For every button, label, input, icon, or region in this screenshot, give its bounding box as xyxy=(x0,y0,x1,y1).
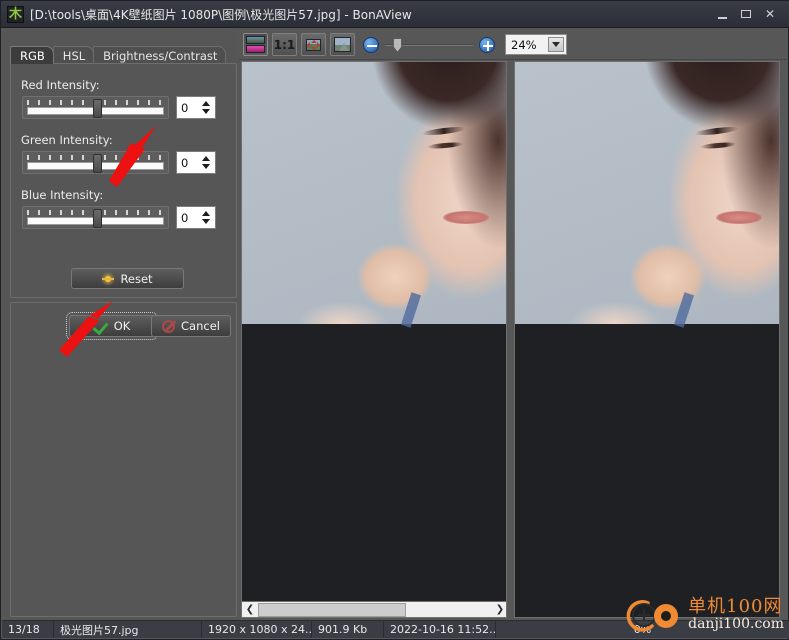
zoom-in-icon[interactable] xyxy=(479,36,495,53)
tab-hsl-label: HSL xyxy=(62,48,86,63)
green-intensity-row: 0 xyxy=(22,151,216,174)
fit-to-window-icon xyxy=(304,37,323,53)
zoom-slider[interactable] xyxy=(385,36,473,54)
compare-images-icon xyxy=(246,36,265,53)
application-window: 木 [D:\tools\桌面\4K壁纸图片 1080P\图例\极光图片57.jp… xyxy=(0,0,789,640)
cancel-button[interactable]: Cancel xyxy=(151,315,231,337)
spin-arrows[interactable] xyxy=(200,99,212,116)
reset-button[interactable]: Reset xyxy=(71,268,184,289)
dialog-action-panel: OK Cancel xyxy=(10,302,237,617)
zoom-slider-thumb[interactable] xyxy=(393,37,402,52)
zoom-level-value: 24% xyxy=(511,37,537,52)
zoom-out-icon[interactable] xyxy=(363,36,379,53)
tab-brightness-contrast-label: Brightness/Contrast xyxy=(103,48,218,63)
adjusted-preview-pane[interactable] xyxy=(514,61,780,618)
horizontal-scrollbar[interactable]: ❮ ❯ xyxy=(242,601,506,618)
original-image-button[interactable] xyxy=(330,33,355,56)
status-progress: 0% xyxy=(633,623,652,636)
ok-button-label: OK xyxy=(113,319,131,333)
red-intensity-slider[interactable] xyxy=(22,96,169,119)
status-dimensions: 1920 x 1080 x 24... xyxy=(202,621,312,638)
actual-size-button[interactable]: 1:1 xyxy=(272,33,297,56)
spin-arrows[interactable] xyxy=(200,209,212,226)
red-intensity-value: 0 xyxy=(181,100,189,115)
check-icon xyxy=(94,320,108,332)
status-image-index: 13/18 xyxy=(2,621,54,638)
fit-to-window-button[interactable] xyxy=(301,33,326,56)
scroll-left-arrow[interactable]: ❮ xyxy=(242,602,258,618)
green-intensity-spinbox[interactable]: 0 xyxy=(176,151,216,174)
maximize-button[interactable] xyxy=(734,4,758,24)
preview-image-adjusted xyxy=(515,62,779,328)
one-to-one-icon: 1:1 xyxy=(273,37,296,52)
blue-intensity-spinbox[interactable]: 0 xyxy=(176,206,216,229)
green-intensity-label: Green Intensity: xyxy=(21,133,113,147)
sun-icon xyxy=(102,273,114,285)
scrollbar-thumb[interactable] xyxy=(258,602,406,617)
window-title: [D:\tools\桌面\4K壁纸图片 1080P\图例\极光图片57.jpg]… xyxy=(30,7,412,22)
rgb-settings-group: Red Intensity: 0 Green Intensity: 0 Blue… xyxy=(10,63,237,298)
original-preview-pane[interactable]: ❮ ❯ xyxy=(241,61,507,618)
cancel-button-label: Cancel xyxy=(181,319,220,333)
compare-view-button[interactable] xyxy=(243,33,268,56)
chevron-down-icon[interactable] xyxy=(548,37,564,52)
tab-rgb-label: RGB xyxy=(20,48,45,63)
spin-arrows[interactable] xyxy=(200,154,212,171)
tab-brightness-contrast[interactable]: Brightness/Contrast xyxy=(93,46,227,64)
green-intensity-value: 0 xyxy=(181,155,189,170)
status-filesize: 901.9 Kb xyxy=(312,621,384,638)
status-filename: 极光图片57.jpg xyxy=(54,621,202,638)
title-bar: 木 [D:\tools\桌面\4K壁纸图片 1080P\图例\极光图片57.jp… xyxy=(1,1,789,28)
reset-button-label: Reset xyxy=(120,271,153,286)
red-intensity-row: 0 xyxy=(22,96,216,119)
zoom-level-combo[interactable]: 24% xyxy=(505,34,567,55)
tab-hsl[interactable]: HSL xyxy=(52,46,95,64)
ok-button[interactable]: OK xyxy=(66,312,158,340)
red-intensity-label: Red Intensity: xyxy=(21,78,100,92)
status-date: 2022-10-16 11:52... xyxy=(384,621,496,638)
slider-thumb[interactable] xyxy=(93,99,102,118)
blue-intensity-label: Blue Intensity: xyxy=(21,188,104,202)
green-intensity-slider[interactable] xyxy=(22,151,169,174)
tab-rgb[interactable]: RGB xyxy=(10,46,54,64)
preview-image-original xyxy=(242,62,506,328)
close-button[interactable]: ✕ xyxy=(758,4,782,24)
window-controls: ✕ xyxy=(710,4,782,24)
picture-icon xyxy=(334,37,351,52)
bonaview-app-icon: 木 xyxy=(7,5,24,23)
prohibition-icon xyxy=(162,319,176,333)
viewer-area: 1:1 24% ❮ ❯ xyxy=(239,30,787,623)
red-intensity-spinbox[interactable]: 0 xyxy=(176,96,216,119)
adjust-dialog-panel: RGB HSL Brightness/Contrast Red Intensit… xyxy=(4,30,237,623)
status-bar: 13/18 极光图片57.jpg 1920 x 1080 x 24... 901… xyxy=(2,620,789,638)
minimize-button[interactable] xyxy=(710,4,734,24)
scroll-right-arrow[interactable]: ❯ xyxy=(492,602,506,618)
slider-thumb[interactable] xyxy=(93,154,102,173)
blue-intensity-value: 0 xyxy=(181,210,189,225)
blue-intensity-row: 0 xyxy=(22,206,216,229)
adjust-tabs: RGB HSL Brightness/Contrast xyxy=(10,45,237,64)
blue-intensity-slider[interactable] xyxy=(22,206,169,229)
viewer-toolbar: 1:1 24% xyxy=(239,30,787,60)
slider-thumb[interactable] xyxy=(93,209,102,228)
